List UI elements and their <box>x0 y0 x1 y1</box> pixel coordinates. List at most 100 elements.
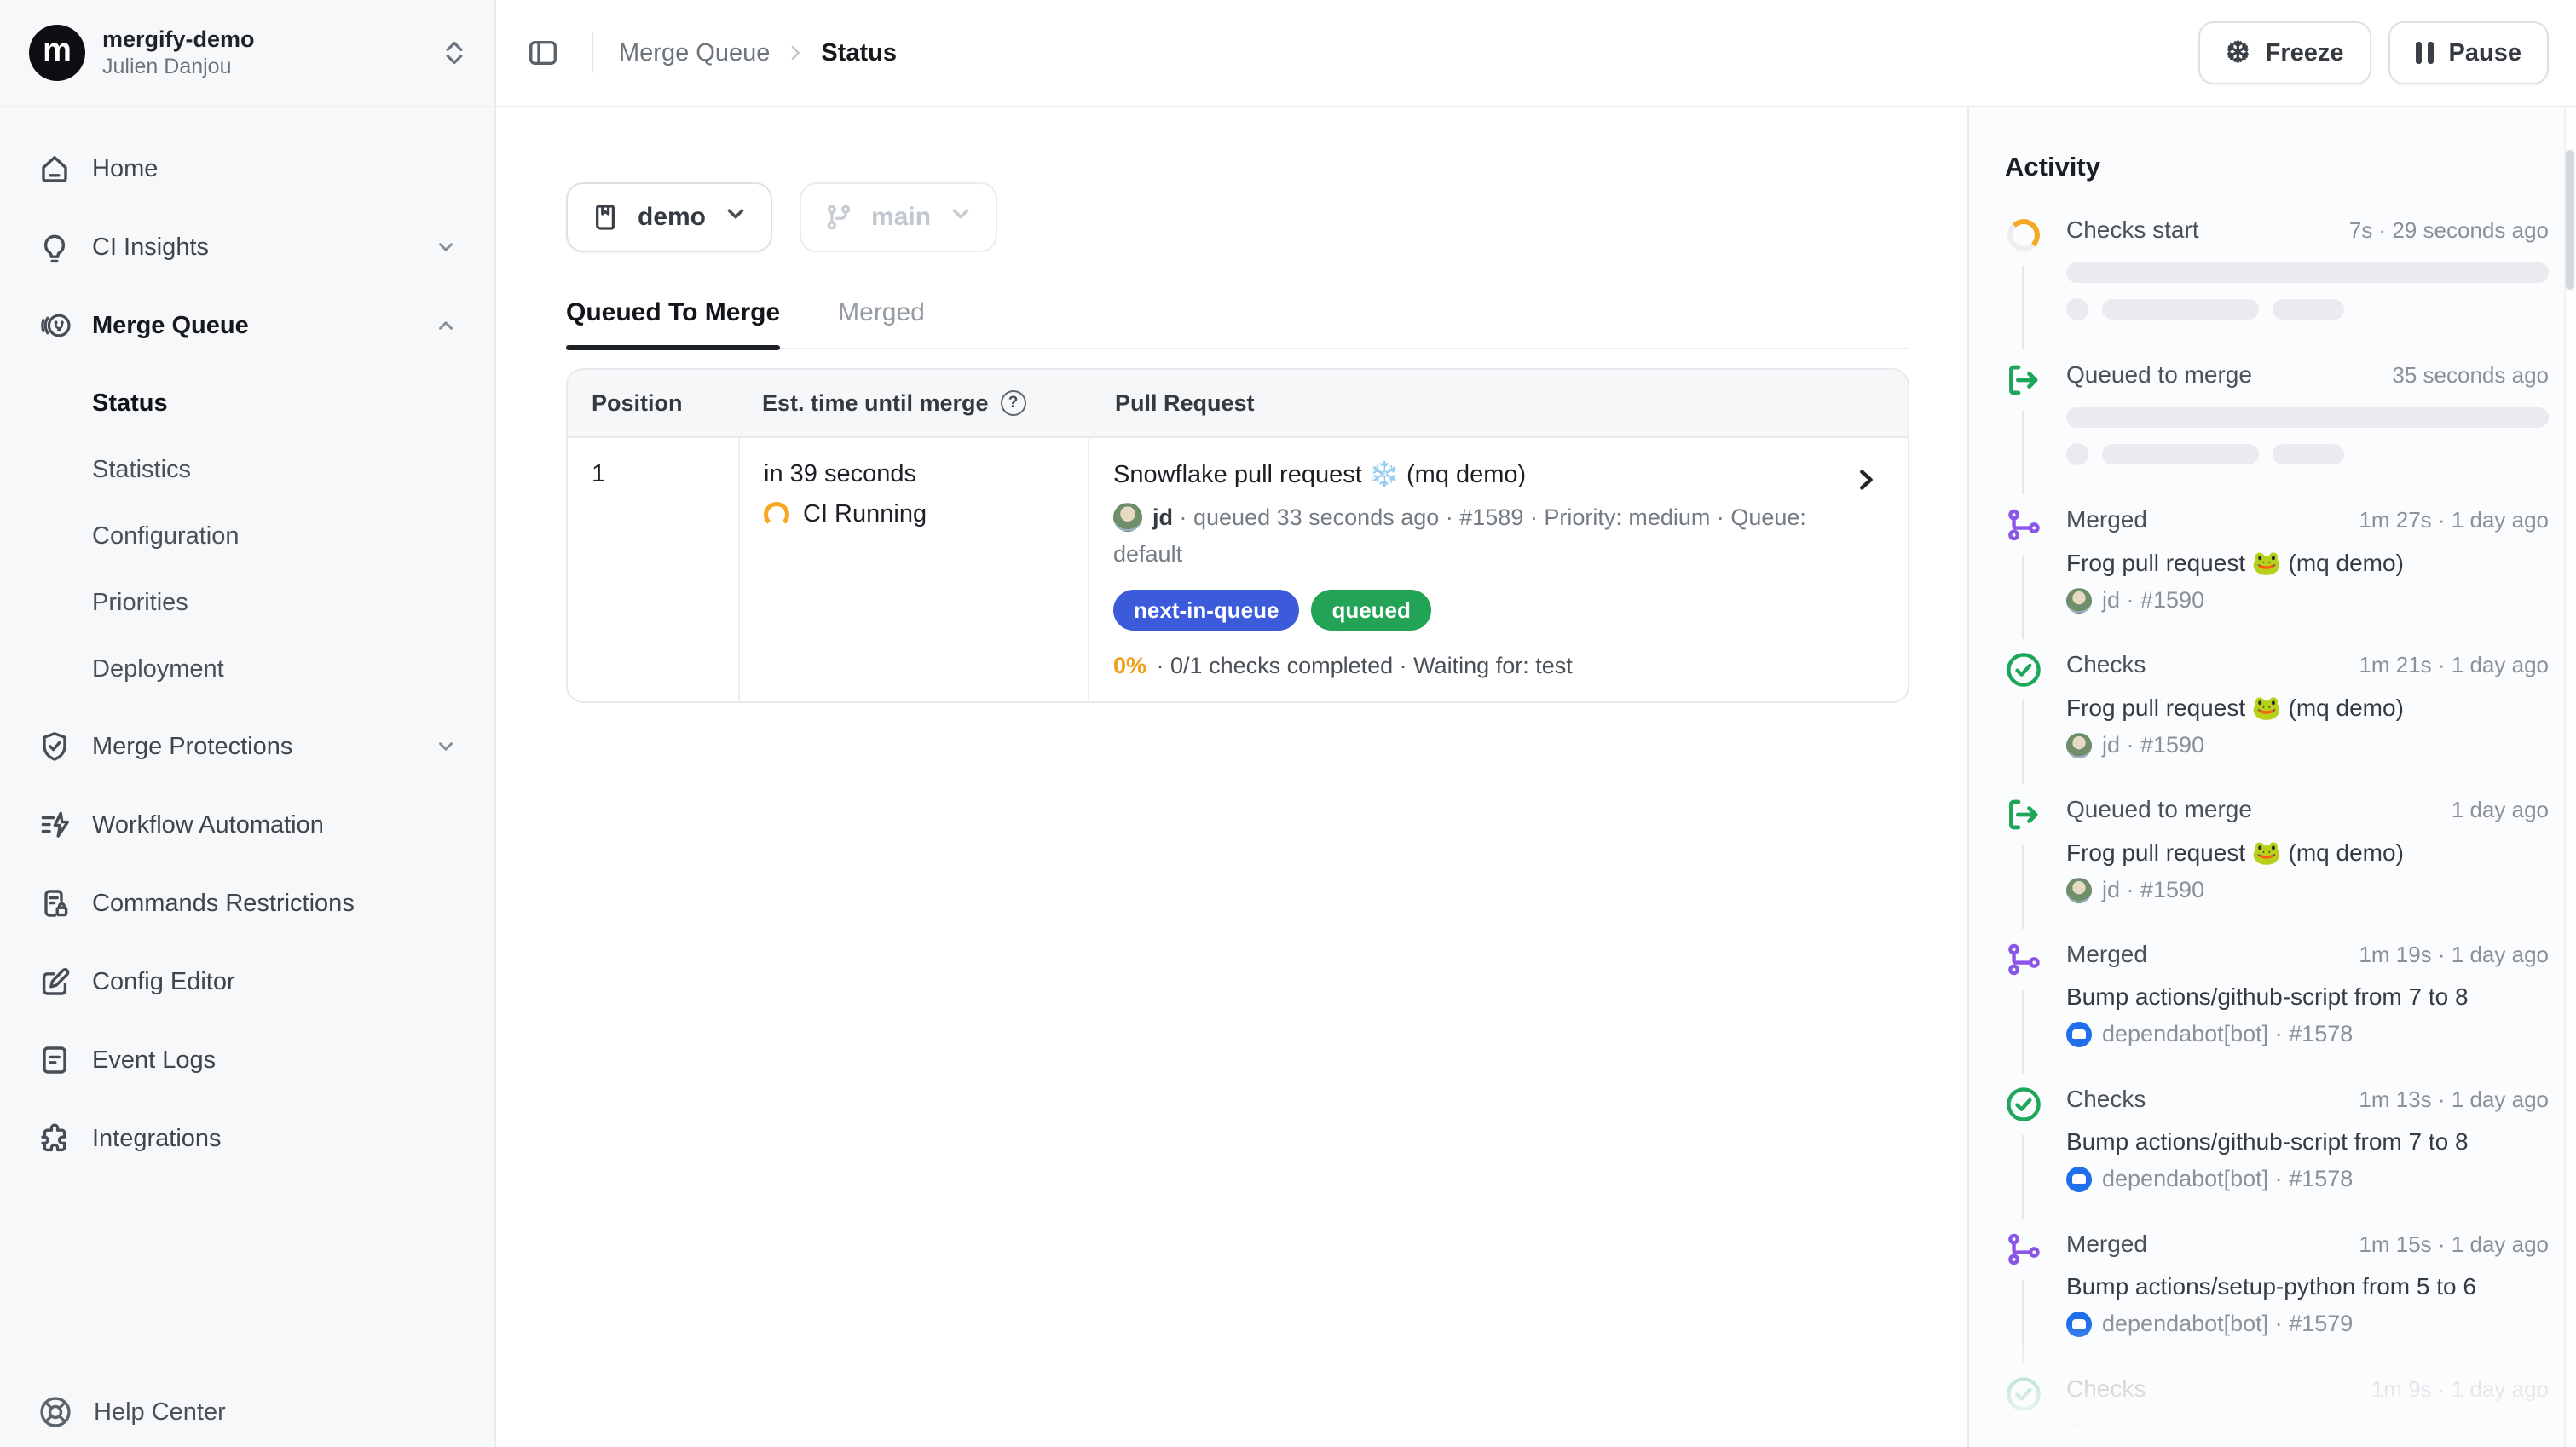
activity-pr-title[interactable]: Bump actions/setup-python from 5 to 6 <box>2066 1273 2549 1300</box>
sidebar-item-deployment[interactable]: Deployment <box>20 636 474 702</box>
sidebar-item-configuration[interactable]: Configuration <box>20 503 474 569</box>
activity-event-time: 1m 9s · 1 day ago <box>2371 1376 2549 1403</box>
skeleton-row <box>2066 298 2549 320</box>
table-row[interactable]: 1 in 39 seconds CI Running Snowflake pul… <box>568 438 1908 701</box>
dependabot-avatar <box>2066 1167 2092 1192</box>
workspace-switcher[interactable]: m mergify-demo Julien Danjou <box>0 0 494 107</box>
activity-pr-title[interactable]: Frog pull request 🐸 (mq demo) <box>2066 694 2549 722</box>
queue-tabs: Queued To Merge Merged <box>566 298 1909 349</box>
scrollbar-track <box>2564 107 2576 1447</box>
check-circle-icon <box>2005 1086 2042 1123</box>
tab-queued-to-merge[interactable]: Queued To Merge <box>566 298 780 348</box>
sidebar-item-label: Home <box>92 155 457 183</box>
chevron-down-icon <box>435 236 457 258</box>
topbar-divider <box>592 32 593 73</box>
selectors: demo main <box>566 182 1909 252</box>
sidebar-item-statistics[interactable]: Statistics <box>20 436 474 503</box>
activity-meta-text: jd · #1590 <box>2102 877 2204 903</box>
tab-merged[interactable]: Merged <box>838 298 925 348</box>
chevron-up-icon <box>435 314 457 337</box>
activity-event-time: 7s · 29 seconds ago <box>2349 217 2549 244</box>
activity-event-title: Merged <box>2066 506 2147 533</box>
breadcrumb-merge-queue[interactable]: Merge Queue <box>619 39 770 67</box>
activity-event-title: Merged <box>2066 941 2147 968</box>
sidebar-item-config-editor[interactable]: Config Editor <box>20 948 474 1016</box>
freeze-button[interactable]: ❆ Freeze <box>2198 21 2371 84</box>
panel-left-icon <box>527 37 559 69</box>
sidebar-item-label: CI Insights <box>92 233 414 262</box>
spinner-icon <box>2005 216 2042 254</box>
activity-pr-title[interactable]: Bump actions/github-script from 7 to 8 <box>2066 1128 2549 1156</box>
activity-event-time: 1m 15s · 1 day ago <box>2359 1231 2549 1258</box>
mergify-logo: m <box>29 25 85 81</box>
sidebar-item-label: Merge Protections <box>92 733 414 761</box>
check-circle-icon <box>2005 651 2042 689</box>
sidebar-item-ci-insights[interactable]: CI Insights <box>20 213 474 281</box>
merge-queue-submenu: Status Statistics Configuration Prioriti… <box>20 370 474 702</box>
activity-pr-title[interactable]: Frog pull request 🐸 (mq demo) <box>2066 549 2549 577</box>
pull-request-title[interactable]: Snowflake pull request ❄️ (mq demo) <box>1113 460 1833 489</box>
sidebar-item-workflow-automation[interactable]: Workflow Automation <box>20 791 474 859</box>
topbar-actions: ❆ Freeze Pause <box>2198 21 2549 84</box>
sidebar-item-merge-protections[interactable]: Merge Protections <box>20 712 474 781</box>
activity-event-title: Checks <box>2066 1375 2146 1403</box>
scrollbar-thumb[interactable] <box>2566 150 2574 290</box>
activity-event-time: 1m 27s · 1 day ago <box>2359 507 2549 533</box>
git-merge-icon <box>2005 506 2042 544</box>
chevron-down-icon <box>723 201 748 233</box>
sidebar-item-label: Merge Queue <box>92 312 414 340</box>
activity-event-title: Merged <box>2066 1231 2147 1258</box>
sidebar-item-label: Status <box>92 389 168 418</box>
ci-status: CI Running <box>764 500 1064 528</box>
activity-item-checks: Checks1m 21s · 1 day ago Frog pull reque… <box>2005 651 2549 796</box>
sidebar-item-home[interactable]: Home <box>20 135 474 203</box>
chevron-down-icon <box>948 201 973 233</box>
column-header-position: Position <box>568 390 738 417</box>
author-avatar <box>2066 588 2092 614</box>
workspace-switcher-chevrons-icon[interactable] <box>438 33 471 72</box>
activity-meta-text: dependabot[bot] · #1579 <box>2102 1311 2353 1337</box>
activity-item-checks: Checks 1m 9s · 1 day ago Bump actions/set… <box>2005 1375 2549 1447</box>
sidebar-item-priorities[interactable]: Priorities <box>20 569 474 636</box>
queue-content: demo main Queued To Merge Merged Po <box>496 107 1967 1447</box>
badge-queued: queued <box>1311 590 1430 631</box>
activity-pr-title[interactable]: Bump actions/setup-python from 5 to 6 <box>2066 1418 2549 1445</box>
repository-select[interactable]: demo <box>566 182 772 252</box>
eta-header-label: Est. time until merge <box>762 390 989 417</box>
sidebar-item-commands-restrictions[interactable]: Commands Restrictions <box>20 869 474 937</box>
sidebar-item-label: Commands Restrictions <box>92 890 457 918</box>
git-merge-icon <box>2005 941 2042 978</box>
help-circle-icon[interactable]: ? <box>1001 390 1026 416</box>
content-row: demo main Queued To Merge Merged Po <box>496 107 2576 1447</box>
sidebar-item-label: Statistics <box>92 456 191 484</box>
activity-meta-text: dependabot[bot] · #1578 <box>2102 1021 2353 1047</box>
sidebar-item-label: Deployment <box>92 655 224 683</box>
sidebar-item-help-center[interactable]: Help Center <box>0 1394 494 1447</box>
activity-pr-meta: dependabot[bot] · #1578 <box>2066 1021 2549 1047</box>
pause-button[interactable]: Pause <box>2388 21 2549 84</box>
row-expand-chevron-icon[interactable] <box>1853 467 1879 493</box>
sidebar-item-integrations[interactable]: Integrations <box>20 1104 474 1173</box>
queued-to-merge-icon <box>2005 361 2042 399</box>
sidebar-item-merge-queue[interactable]: Merge Queue <box>20 291 474 360</box>
activity-event-time: 1 day ago <box>2452 797 2549 823</box>
repo-book-icon <box>590 202 621 233</box>
sidebar-item-label: Configuration <box>92 522 240 551</box>
breadcrumb-status: Status <box>821 39 897 67</box>
edit-pencil-icon <box>38 965 72 999</box>
skeleton-bar <box>2066 262 2549 283</box>
sidebar-toggle-button[interactable] <box>520 30 566 76</box>
file-lock-icon <box>38 886 72 920</box>
checks-summary: 0% · 0/1 checks completed · Waiting for:… <box>1113 653 1833 679</box>
home-icon <box>38 152 72 186</box>
sidebar-nav: Home CI Insights Merge Queue <box>0 107 494 1394</box>
author-name: jd <box>1152 504 1173 530</box>
sidebar-item-event-logs[interactable]: Event Logs <box>20 1026 474 1094</box>
activity-pr-meta: dependabot[bot] · #1579 <box>2066 1311 2549 1337</box>
ci-status-label: CI Running <box>803 500 927 528</box>
badges: next-in-queue queued <box>1113 590 1833 631</box>
activity-pr-title[interactable]: Bump actions/github-script from 7 to 8 <box>2066 983 2549 1011</box>
pause-label: Pause <box>2449 39 2521 67</box>
activity-pr-title[interactable]: Frog pull request 🐸 (mq demo) <box>2066 839 2549 867</box>
sidebar-item-status[interactable]: Status <box>20 370 474 436</box>
